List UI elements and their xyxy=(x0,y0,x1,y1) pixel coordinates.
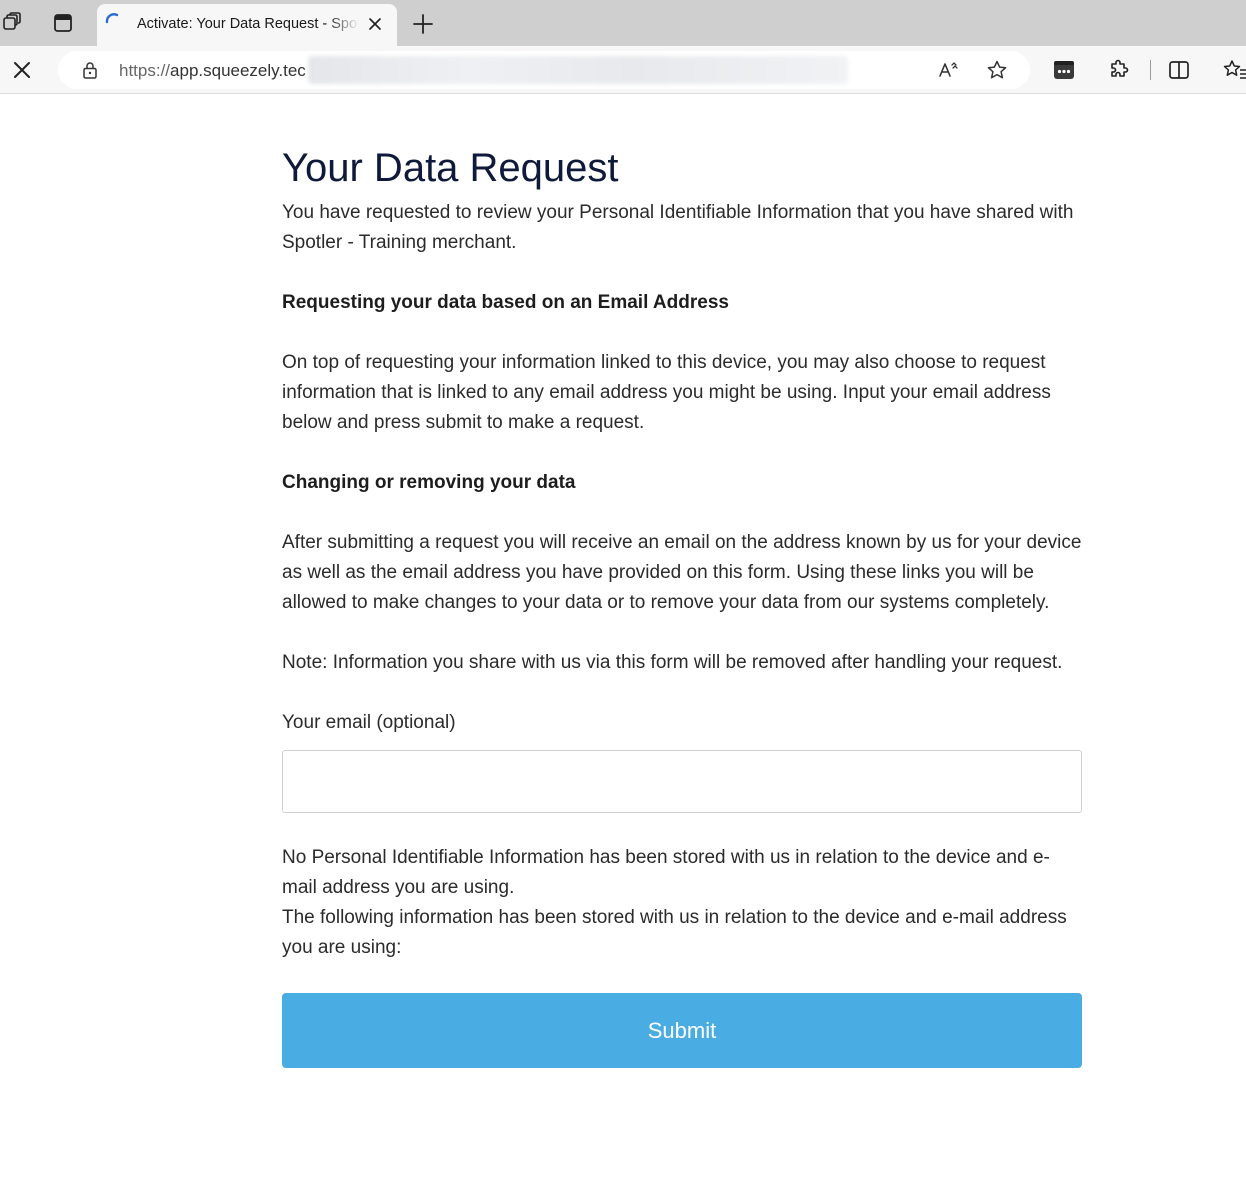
url-host: app.squeezely.tec xyxy=(170,61,306,80)
url-scheme: https:// xyxy=(119,61,171,80)
stored-info-text: The following information has been store… xyxy=(282,907,1067,958)
change-section-text: After submitting a request you will rece… xyxy=(282,532,1082,613)
extension-icon[interactable] xyxy=(1052,58,1076,82)
address-bar[interactable]: https://app.squeezely.tec xyxy=(58,51,1030,89)
change-section-heading: Changing or removing your data xyxy=(282,472,576,493)
browser-tab-strip: Activate: Your Data Request - Spotler xyxy=(0,0,1246,46)
stop-icon[interactable] xyxy=(10,58,34,82)
loading-spinner-icon xyxy=(105,13,119,24)
puzzle-icon[interactable] xyxy=(1107,58,1131,82)
star-icon[interactable] xyxy=(986,59,1008,81)
tab-title: Activate: Your Data Request - Spotler xyxy=(137,16,359,32)
tab-actions-icon[interactable] xyxy=(49,9,77,37)
active-tab[interactable]: Activate: Your Data Request - Spotler xyxy=(97,4,397,46)
email-section-text: On top of requesting your information li… xyxy=(282,352,1051,433)
redacted-url-path xyxy=(308,56,848,84)
intro-text: You have requested to review your Person… xyxy=(282,202,1074,253)
plus-icon[interactable] xyxy=(410,11,436,37)
toolbar-divider xyxy=(1150,60,1151,80)
email-field[interactable] xyxy=(282,750,1082,813)
page-title: Your Data Request xyxy=(282,146,619,190)
email-section-heading: Requesting your data based on an Email A… xyxy=(282,292,729,313)
close-icon[interactable] xyxy=(367,16,383,32)
data-request-form: Your Data Request You have requested to … xyxy=(282,140,1082,1068)
workspaces-icon[interactable] xyxy=(0,9,26,37)
split-screen-icon[interactable] xyxy=(1167,58,1191,82)
favorites-icon[interactable] xyxy=(1222,58,1246,82)
submit-button[interactable]: Submit xyxy=(282,993,1082,1068)
no-info-text: No Personal Identifiable Information has… xyxy=(282,847,1050,898)
url-text[interactable]: https://app.squeezely.tec xyxy=(119,61,306,81)
read-aloud-icon[interactable] xyxy=(937,59,959,81)
note-text: Note: Information you share with us via … xyxy=(282,652,1063,673)
browser-toolbar: https://app.squeezely.tec xyxy=(0,46,1246,94)
lock-icon[interactable] xyxy=(80,60,100,80)
email-label: Your email (optional) xyxy=(282,712,456,733)
